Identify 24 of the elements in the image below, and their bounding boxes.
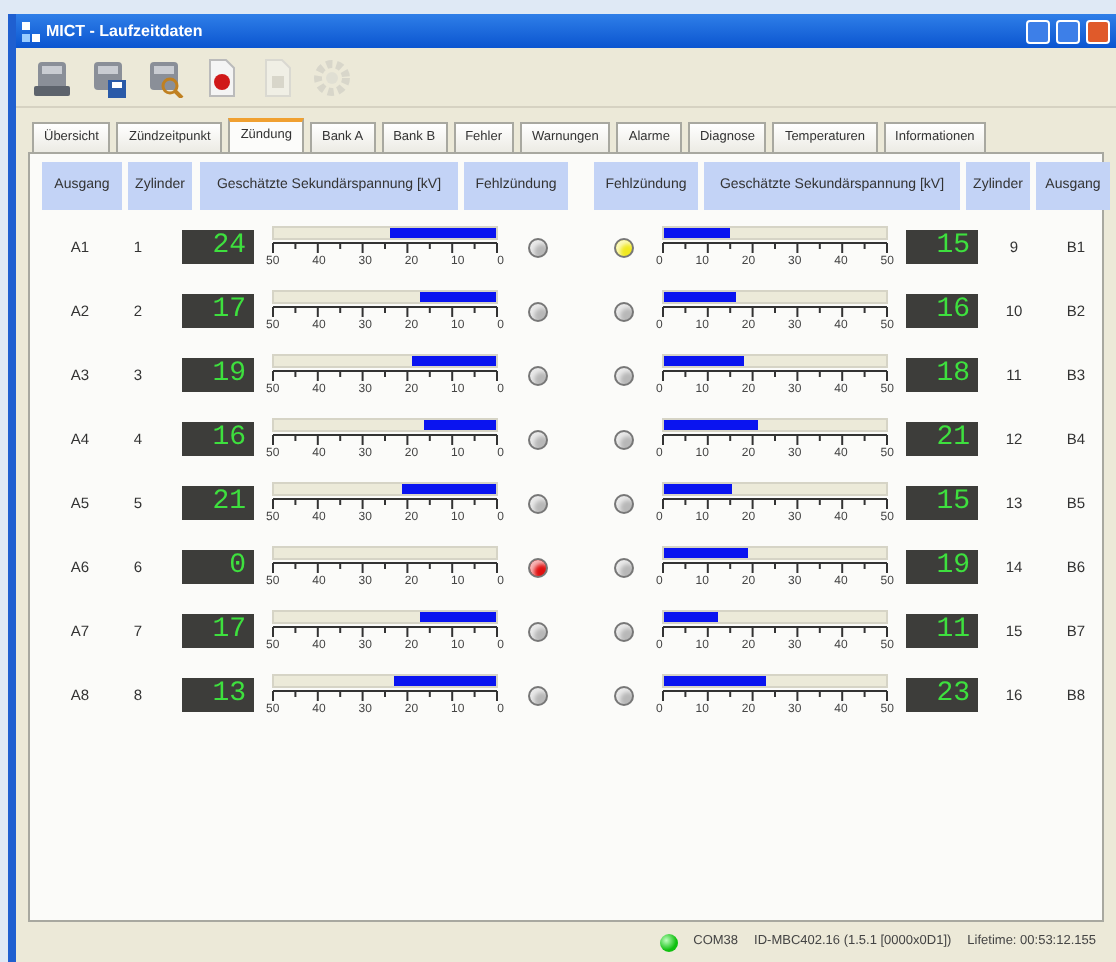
digital-display: 17	[182, 294, 254, 329]
digital-display: 21	[182, 486, 254, 521]
digital-display: 19	[906, 550, 978, 585]
digital-display: 17	[182, 614, 254, 649]
maximize-button[interactable]	[1056, 19, 1080, 43]
computer-icon[interactable]	[88, 57, 128, 97]
digital-display: 21	[906, 422, 978, 457]
digital-display: 15	[906, 230, 978, 265]
digital-display: 18	[906, 358, 978, 393]
digital-display: 16	[906, 294, 978, 329]
computer-icon[interactable]	[32, 57, 72, 97]
digital-display: 11	[906, 614, 978, 649]
window-title: MICT - Laufzeitdaten	[46, 19, 203, 43]
minimize-button[interactable]	[1026, 19, 1050, 43]
digital-display: 13	[182, 678, 254, 713]
digital-display: 16	[182, 422, 254, 457]
close-button[interactable]	[1086, 19, 1110, 43]
digital-display: 24	[182, 230, 254, 265]
digital-display: 23	[906, 678, 978, 713]
digital-display: 15	[906, 486, 978, 521]
digital-display: 19	[182, 358, 254, 393]
app-icon	[22, 21, 40, 41]
digital-display: 0	[182, 550, 254, 585]
computer-icon[interactable]	[144, 57, 184, 97]
